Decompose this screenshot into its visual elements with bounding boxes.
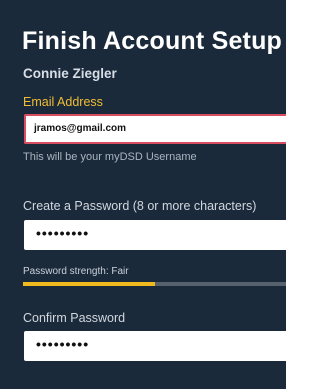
- password-value: •••••••••: [36, 225, 90, 241]
- email-field[interactable]: jramos@gmail.com: [24, 114, 286, 144]
- confirm-password-label: Confirm Password: [23, 311, 126, 325]
- page-title: Finish Account Setup: [22, 27, 283, 55]
- confirm-password-field[interactable]: •••••••••: [24, 331, 286, 361]
- create-password-label: Create a Password (8 or more characters): [23, 199, 257, 213]
- user-name: Connie Ziegler: [23, 66, 117, 81]
- create-password-field[interactable]: •••••••••: [24, 220, 286, 250]
- email-hint: This will be your myDSD Username: [23, 151, 197, 163]
- email-value: jramos@gmail.com: [34, 123, 127, 134]
- password-strength-fill: [23, 282, 155, 286]
- account-setup-panel: Finish Account Setup Connie Ziegler Emai…: [0, 0, 286, 389]
- email-label: Email Address: [23, 95, 103, 109]
- password-strength-meter: [23, 282, 286, 286]
- confirm-password-value: •••••••••: [36, 336, 90, 352]
- password-strength-label: Password strength: Fair: [23, 266, 129, 277]
